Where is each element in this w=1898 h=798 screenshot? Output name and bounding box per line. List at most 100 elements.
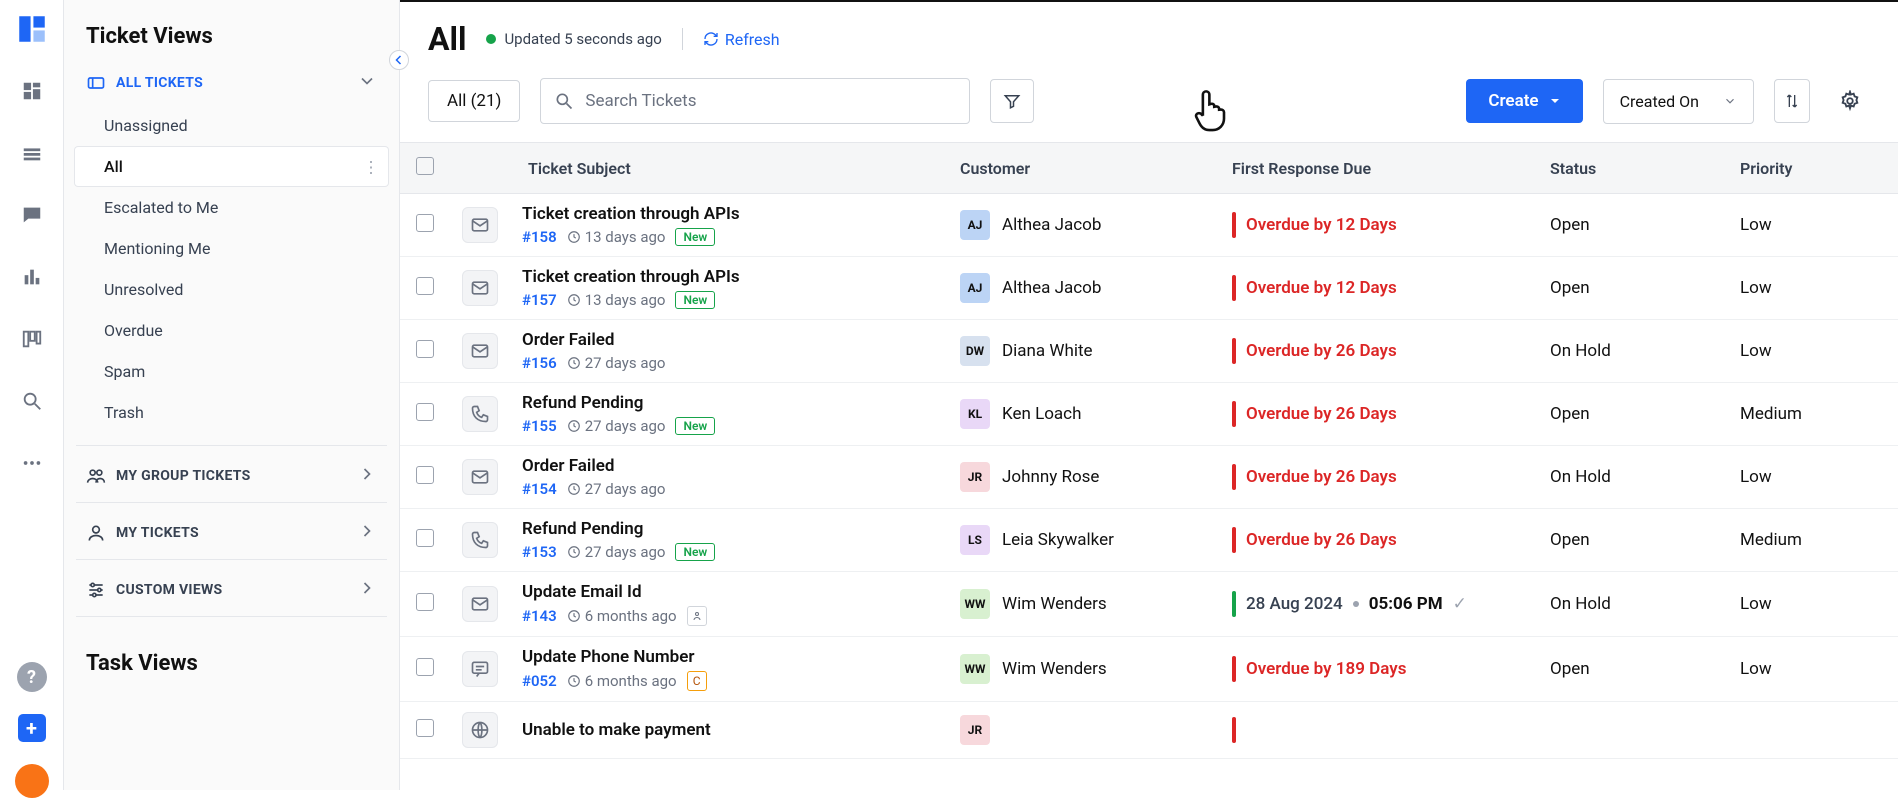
status-dot-icon <box>486 34 496 44</box>
rail-dashboard-icon[interactable] <box>15 74 49 108</box>
nav-group-custom-views[interactable]: CUSTOM VIEWS <box>64 564 399 612</box>
help-icon[interactable]: ? <box>17 662 47 692</box>
priority-cell: Low <box>1728 257 1898 320</box>
view-chip-all[interactable]: All (21) <box>428 80 520 122</box>
quick-add-button[interactable]: + <box>18 714 46 742</box>
row-checkbox[interactable] <box>416 403 434 421</box>
c-badge: C <box>687 671 707 691</box>
customer-avatar: JR <box>960 715 990 745</box>
status-cell: On Hold <box>1538 446 1728 509</box>
row-checkbox[interactable] <box>416 719 434 737</box>
row-checkbox[interactable] <box>416 529 434 547</box>
table-row[interactable]: Refund Pending#15327 days agoNewLSLeia S… <box>400 509 1898 572</box>
search-input[interactable] <box>540 78 970 124</box>
collapse-sidebar-button[interactable] <box>389 50 409 70</box>
row-checkbox[interactable] <box>416 593 434 611</box>
sidebar-item[interactable]: Spam <box>74 351 389 392</box>
customer-avatar: WW <box>960 654 990 684</box>
ticket-id[interactable]: #156 <box>522 354 557 372</box>
sidebar-item[interactable]: Trash <box>74 392 389 433</box>
customer-avatar: KL <box>960 399 990 429</box>
priority-cell: Low <box>1728 320 1898 383</box>
sidebar-item[interactable]: Overdue <box>74 310 389 351</box>
task-views-heading: Task Views <box>64 621 399 684</box>
col-customer[interactable]: Customer <box>948 143 1208 194</box>
ticket-subject: Order Failed <box>522 456 936 476</box>
table-row[interactable]: Order Failed#15627 days agoDWDiana White… <box>400 320 1898 383</box>
new-badge: New <box>675 417 715 435</box>
time-ago: 13 days ago <box>567 291 666 309</box>
table-row[interactable]: Ticket creation through APIs#15713 days … <box>400 257 1898 320</box>
customer-name: Johnny Rose <box>1002 467 1099 487</box>
rail-tickets-icon[interactable] <box>15 136 49 170</box>
sidebar-heading: Ticket Views <box>64 0 399 57</box>
col-subject[interactable]: Ticket Subject <box>510 143 948 194</box>
kebab-icon[interactable]: ⋮ <box>363 157 379 176</box>
sort-direction-button[interactable] <box>1774 79 1810 123</box>
priority-cell: Low <box>1728 637 1898 702</box>
new-badge: New <box>675 291 715 309</box>
table-row[interactable]: Update Email Id#1436 months agoWWWim Wen… <box>400 572 1898 637</box>
nav-group-all-tickets[interactable]: ALL TICKETS <box>64 57 399 105</box>
customer-avatar: AJ <box>960 273 990 303</box>
ticket-id[interactable]: #143 <box>522 607 557 625</box>
filter-button[interactable] <box>990 79 1034 123</box>
row-checkbox[interactable] <box>416 277 434 295</box>
table-row[interactable]: Refund Pending#15527 days agoNewKLKen Lo… <box>400 383 1898 446</box>
col-priority[interactable]: Priority <box>1728 143 1898 194</box>
ticket-id[interactable]: #157 <box>522 291 557 309</box>
ticket-id[interactable]: #153 <box>522 543 557 561</box>
user-avatar[interactable] <box>15 764 49 798</box>
page-title: All <box>428 20 466 58</box>
nav-group-my-group[interactable]: MY GROUP TICKETS <box>64 450 399 498</box>
ticket-id[interactable]: #155 <box>522 417 557 435</box>
status-cell: Open <box>1538 383 1728 446</box>
sort-select[interactable]: Created On <box>1603 79 1754 124</box>
refresh-button[interactable]: Refresh <box>703 30 780 49</box>
ticket-id[interactable]: #052 <box>522 672 557 690</box>
rail-chat-icon[interactable] <box>15 198 49 232</box>
sidebar-item[interactable]: Escalated to Me <box>74 187 389 228</box>
phone-icon <box>462 396 498 432</box>
rail-kanban-icon[interactable] <box>15 322 49 356</box>
sidebar-item[interactable]: Mentioning Me <box>74 228 389 269</box>
create-button[interactable]: Create <box>1466 79 1582 123</box>
table-row[interactable]: Order Failed#15427 days agoJRJohnny Rose… <box>400 446 1898 509</box>
table-row[interactable]: Update Phone Number#0526 months agoCWWWi… <box>400 637 1898 702</box>
updated-status: Updated 5 seconds ago <box>486 30 661 48</box>
search-wrapper <box>540 78 970 124</box>
sidebar-item[interactable]: Unresolved <box>74 269 389 310</box>
row-checkbox[interactable] <box>416 466 434 484</box>
time-ago: 13 days ago <box>567 228 666 246</box>
ticket-id[interactable]: #154 <box>522 480 557 498</box>
table-row[interactable]: Unable to make payment JR <box>400 702 1898 759</box>
row-checkbox[interactable] <box>416 658 434 676</box>
select-all-checkbox[interactable] <box>416 157 434 175</box>
rail-reports-icon[interactable] <box>15 260 49 294</box>
sidebar-item[interactable]: All⋮ <box>74 146 389 187</box>
row-checkbox[interactable] <box>416 214 434 232</box>
col-due[interactable]: First Response Due <box>1208 143 1538 194</box>
nav-group-label: CUSTOM VIEWS <box>116 582 222 598</box>
priority-cell: Low <box>1728 446 1898 509</box>
ticket-id[interactable]: #158 <box>522 228 557 246</box>
table-row[interactable]: Ticket creation through APIs#15813 days … <box>400 194 1898 257</box>
globe-icon <box>462 712 498 748</box>
rail-search-icon[interactable] <box>15 384 49 418</box>
chat-icon <box>462 651 498 687</box>
settings-button[interactable] <box>1830 79 1870 123</box>
ticket-subject: Unable to make payment <box>522 720 936 740</box>
customer-avatar: JR <box>960 462 990 492</box>
row-checkbox[interactable] <box>416 340 434 358</box>
nav-group-my-tickets[interactable]: MY TICKETS <box>64 507 399 555</box>
time-ago: 6 months ago <box>567 672 677 690</box>
due-overdue: Overdue by 26 Days <box>1232 464 1526 490</box>
app-logo[interactable] <box>15 12 49 46</box>
rail-more-icon[interactable] <box>15 446 49 480</box>
status-cell: Open <box>1538 637 1728 702</box>
customer-name: Ken Loach <box>1002 404 1081 424</box>
icon-rail: ? + <box>0 0 64 790</box>
col-status[interactable]: Status <box>1538 143 1728 194</box>
sidebar-item[interactable]: Unassigned <box>74 105 389 146</box>
customer-name: Wim Wenders <box>1002 594 1107 614</box>
